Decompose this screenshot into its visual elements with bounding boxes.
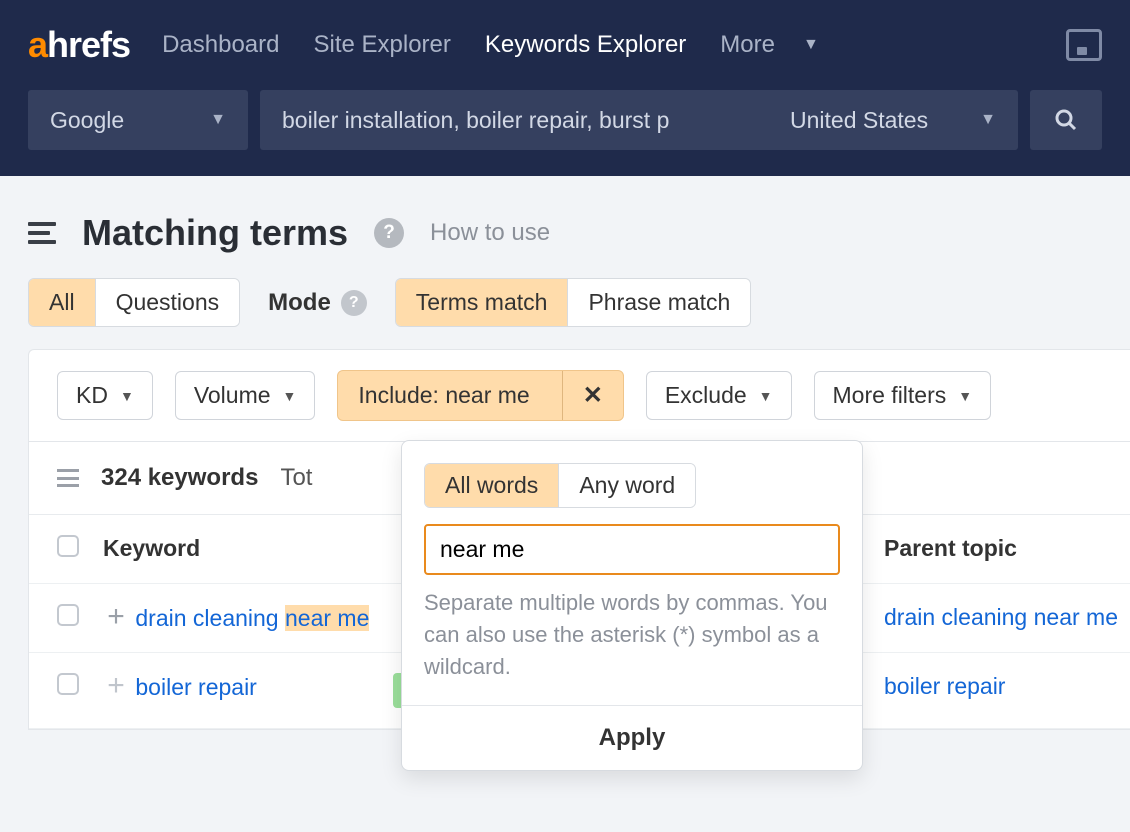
filters-panel: KD ▼ Volume ▼ Include: near me ✕ Exclude…	[28, 349, 1130, 442]
chevron-down-icon: ▼	[958, 388, 972, 404]
mode-terms-match[interactable]: Terms match	[396, 279, 568, 326]
how-to-use-link[interactable]: How to use	[430, 219, 550, 247]
mode-label: Mode ?	[268, 289, 367, 317]
apply-button[interactable]: Apply	[402, 705, 862, 770]
chevron-down-icon: ▼	[759, 388, 773, 404]
mode-phrase-match[interactable]: Phrase match	[567, 279, 750, 326]
chevron-down-icon: ▼	[120, 388, 134, 404]
mode-toggle: Terms match Phrase match	[395, 278, 752, 327]
list-density-icon[interactable]	[57, 469, 79, 487]
filter-kd-label: KD	[76, 382, 108, 409]
inbox-icon[interactable]	[1066, 29, 1102, 61]
keyword-link[interactable]: drain cleaning near me	[135, 605, 369, 631]
col-parent-topic[interactable]: Parent topic	[872, 515, 1130, 584]
expand-icon[interactable]: +	[103, 604, 129, 630]
include-popover: All words Any word Separate multiple wor…	[401, 440, 863, 771]
search-engine-value: Google	[50, 107, 124, 134]
logo-mark: a	[28, 24, 47, 65]
include-all-words[interactable]: All words	[425, 464, 558, 507]
filter-volume[interactable]: Volume ▼	[175, 371, 316, 420]
help-icon[interactable]: ?	[341, 290, 367, 316]
nav-more[interactable]: More ▼	[720, 31, 819, 59]
country-select[interactable]: United States ▼	[768, 90, 1018, 150]
keywords-value: boiler installation, boiler repair, burs…	[282, 107, 669, 134]
top-navbar: ahrefs Dashboard Site Explorer Keywords …	[0, 0, 1130, 90]
help-icon[interactable]: ?	[374, 218, 404, 248]
sidebar-toggle-icon[interactable]	[28, 222, 56, 244]
nav-dashboard[interactable]: Dashboard	[162, 31, 279, 59]
parent-topic-link[interactable]: boiler repair	[884, 673, 1005, 699]
include-help-text: Separate multiple words by commas. You c…	[424, 587, 840, 683]
close-icon[interactable]: ✕	[562, 371, 623, 420]
search-icon	[1054, 108, 1078, 132]
logo[interactable]: ahrefs	[28, 24, 130, 66]
filter-exclude[interactable]: Exclude ▼	[646, 371, 792, 420]
nav-links: Dashboard Site Explorer Keywords Explore…	[162, 31, 819, 59]
subset-all[interactable]: All	[29, 279, 95, 326]
filter-volume-label: Volume	[194, 382, 271, 409]
keyword-link[interactable]: boiler repair	[135, 674, 256, 700]
country-value: United States	[790, 107, 928, 134]
total-label: Tot	[280, 464, 312, 492]
nav-keywords-explorer[interactable]: Keywords Explorer	[485, 31, 686, 59]
toggle-row: All Questions Mode ? Terms match Phrase …	[0, 278, 1130, 349]
mode-label-text: Mode	[268, 289, 331, 317]
search-button[interactable]	[1030, 90, 1102, 150]
include-input[interactable]	[424, 524, 840, 575]
parent-topic-link[interactable]: drain cleaning near me	[884, 604, 1118, 630]
keywords-input[interactable]: boiler installation, boiler repair, burs…	[260, 90, 768, 150]
search-engine-select[interactable]: Google ▼	[28, 90, 248, 150]
filter-include-label: Include: near me	[338, 372, 549, 419]
keywords-count: 324 keywords	[101, 464, 258, 492]
logo-text: hrefs	[47, 24, 130, 65]
chevron-down-icon: ▼	[980, 111, 996, 129]
row-checkbox[interactable]	[57, 673, 79, 695]
chevron-down-icon: ▼	[283, 388, 297, 404]
row-checkbox[interactable]	[57, 604, 79, 626]
filter-more-label: More filters	[833, 382, 947, 409]
include-mode-toggle: All words Any word	[424, 463, 696, 508]
subset-toggle: All Questions	[28, 278, 240, 327]
search-bar: Google ▼ boiler installation, boiler rep…	[0, 90, 1130, 176]
page-title: Matching terms	[82, 212, 348, 254]
subset-questions[interactable]: Questions	[95, 279, 240, 326]
chevron-down-icon: ▼	[803, 36, 819, 54]
filter-more[interactable]: More filters ▼	[814, 371, 992, 420]
chevron-down-icon: ▼	[210, 111, 226, 129]
page-header: Matching terms ? How to use	[0, 176, 1130, 278]
filter-include-active[interactable]: Include: near me ✕	[337, 370, 623, 421]
select-all-checkbox[interactable]	[57, 535, 79, 557]
filter-kd[interactable]: KD ▼	[57, 371, 153, 420]
col-keyword[interactable]: Keyword	[91, 515, 381, 584]
expand-icon[interactable]: +	[103, 673, 129, 699]
include-any-word[interactable]: Any word	[558, 464, 695, 507]
nav-more-label: More	[720, 31, 775, 59]
nav-site-explorer[interactable]: Site Explorer	[313, 31, 450, 59]
filter-exclude-label: Exclude	[665, 382, 747, 409]
